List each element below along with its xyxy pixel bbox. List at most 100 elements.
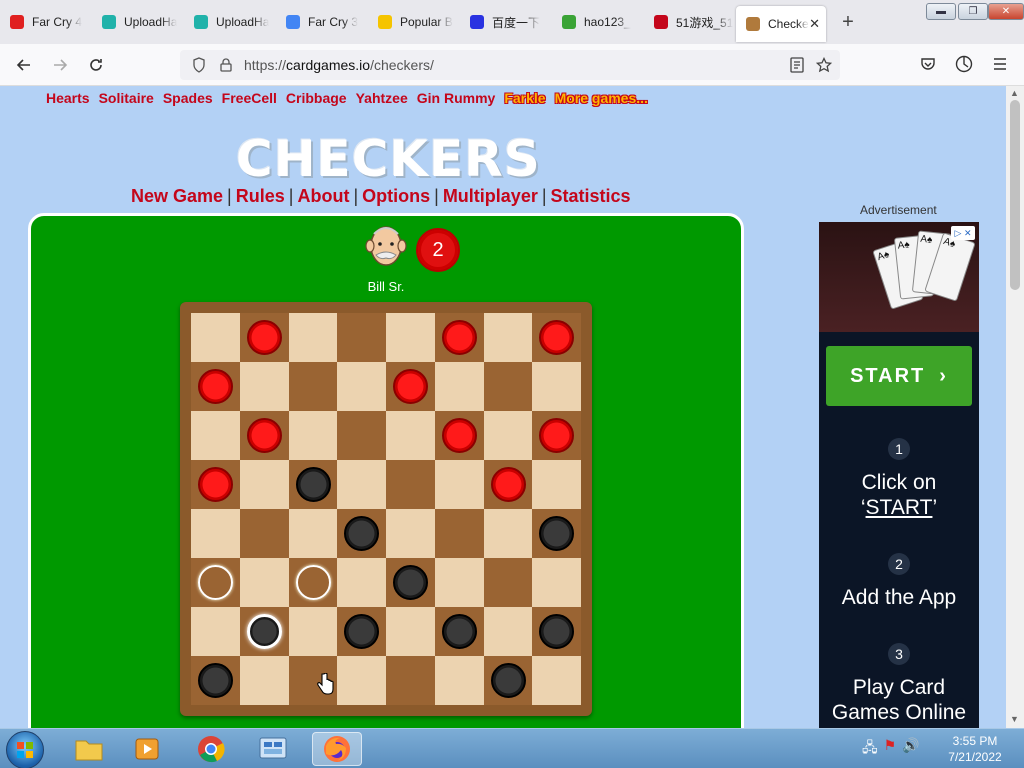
- page-scrollbar[interactable]: ▲ ▼: [1006, 86, 1024, 728]
- ad-step-start-link[interactable]: START: [866, 496, 933, 519]
- board-square[interactable]: [288, 460, 338, 509]
- network-icon[interactable]: 🖧: [862, 737, 878, 761]
- browser-tab[interactable]: Far Cry 4: [0, 0, 92, 44]
- board-square[interactable]: [386, 362, 435, 411]
- statistics-link[interactable]: Statistics: [551, 186, 631, 206]
- pocket-icon[interactable]: [920, 56, 936, 72]
- game-link[interactable]: Yahtzee: [356, 90, 408, 106]
- game-link[interactable]: Solitaire: [99, 90, 154, 106]
- browser-tab[interactable]: UploadHa: [184, 0, 276, 44]
- selected-black-piece[interactable]: [246, 614, 282, 649]
- game-link[interactable]: Hearts: [46, 90, 90, 106]
- back-button[interactable]: [10, 51, 38, 79]
- red-piece[interactable]: [198, 467, 233, 502]
- restore-button[interactable]: ❐: [958, 3, 988, 20]
- checkers-board[interactable]: [191, 313, 581, 705]
- browser-tab[interactable]: UploadHa: [92, 0, 184, 44]
- board-square[interactable]: [239, 509, 289, 558]
- board-square[interactable]: [288, 558, 338, 607]
- red-piece[interactable]: [246, 320, 282, 355]
- red-piece[interactable]: [539, 418, 575, 453]
- black-piece[interactable]: [344, 614, 380, 649]
- new-tab-button[interactable]: +: [834, 8, 862, 36]
- black-piece[interactable]: [539, 614, 575, 649]
- black-piece[interactable]: [441, 614, 477, 649]
- account-icon[interactable]: [955, 55, 973, 73]
- board-square[interactable]: [532, 313, 581, 362]
- board-square[interactable]: [483, 558, 533, 607]
- adchoices-icon[interactable]: ▷ ✕: [951, 226, 975, 240]
- volume-icon[interactable]: 🔊: [902, 737, 919, 761]
- bookmark-star-icon[interactable]: [816, 57, 832, 73]
- board-square[interactable]: [483, 362, 533, 411]
- board-square[interactable]: [337, 411, 386, 460]
- game-link-highlight[interactable]: Farkle: [504, 90, 545, 106]
- board-square[interactable]: [337, 313, 386, 362]
- game-link[interactable]: Cribbage: [286, 90, 347, 106]
- board-square[interactable]: [337, 509, 386, 558]
- board-square[interactable]: [434, 509, 484, 558]
- black-piece[interactable]: [490, 663, 526, 698]
- move-target-marker[interactable]: [295, 565, 331, 600]
- board-square[interactable]: [239, 607, 289, 656]
- browser-tab[interactable]: Checke ✕: [736, 6, 826, 42]
- minimize-button[interactable]: ▬: [926, 3, 956, 20]
- red-piece[interactable]: [246, 418, 282, 453]
- black-piece[interactable]: [295, 467, 331, 502]
- board-square[interactable]: [532, 607, 581, 656]
- rules-link[interactable]: Rules: [236, 186, 285, 206]
- scroll-down-arrow-icon[interactable]: ▼: [1010, 714, 1019, 724]
- red-piece[interactable]: [441, 418, 477, 453]
- board-square[interactable]: [239, 313, 289, 362]
- tab-close-icon[interactable]: ✕: [809, 16, 820, 32]
- board-square[interactable]: [386, 558, 435, 607]
- black-piece[interactable]: [198, 663, 233, 698]
- board-square[interactable]: [191, 460, 240, 509]
- game-link[interactable]: Gin Rummy: [417, 90, 496, 106]
- window-close-button[interactable]: ✕: [988, 3, 1024, 20]
- scroll-up-arrow-icon[interactable]: ▲: [1010, 88, 1019, 98]
- reload-button[interactable]: [82, 51, 110, 79]
- board-square[interactable]: [191, 362, 240, 411]
- multiplayer-link[interactable]: Multiplayer: [443, 186, 538, 206]
- taskbar-chrome[interactable]: [186, 732, 236, 766]
- board-square[interactable]: [434, 607, 484, 656]
- board-square[interactable]: [532, 509, 581, 558]
- taskbar-firefox[interactable]: [312, 732, 362, 766]
- taskbar-media-player[interactable]: [122, 732, 172, 766]
- red-piece[interactable]: [441, 320, 477, 355]
- board-square[interactable]: [434, 313, 484, 362]
- move-target-marker[interactable]: [198, 565, 233, 600]
- board-square[interactable]: [288, 362, 338, 411]
- ad-start-button[interactable]: START ›: [826, 346, 972, 406]
- board-square[interactable]: [483, 656, 533, 705]
- board-square[interactable]: [532, 411, 581, 460]
- board-square[interactable]: [191, 558, 240, 607]
- black-piece[interactable]: [344, 516, 380, 551]
- taskbar-control-panel[interactable]: [248, 732, 298, 766]
- board-square[interactable]: [191, 656, 240, 705]
- red-piece[interactable]: [490, 467, 526, 502]
- url-bar[interactable]: https://cardgames.io/checkers/: [180, 50, 840, 80]
- red-piece[interactable]: [198, 369, 233, 404]
- browser-tab[interactable]: 51游戏_51: [644, 0, 736, 44]
- scrollbar-thumb[interactable]: [1010, 100, 1020, 290]
- more-games-link[interactable]: More games...: [555, 90, 648, 106]
- board-square[interactable]: [386, 460, 435, 509]
- board-square[interactable]: [386, 656, 435, 705]
- options-link[interactable]: Options: [362, 186, 430, 206]
- taskbar-explorer[interactable]: [64, 732, 114, 766]
- taskbar-clock[interactable]: 3:55 PM 7/21/2022: [940, 733, 1010, 765]
- about-link[interactable]: About: [297, 186, 349, 206]
- black-piece[interactable]: [393, 565, 428, 600]
- browser-tab[interactable]: Popular B: [368, 0, 460, 44]
- board-square[interactable]: [434, 411, 484, 460]
- red-piece[interactable]: [539, 320, 575, 355]
- forward-button[interactable]: [46, 51, 74, 79]
- board-square[interactable]: [483, 460, 533, 509]
- hamburger-menu-icon[interactable]: [993, 57, 1007, 71]
- game-link[interactable]: FreeCell: [222, 90, 277, 106]
- game-link[interactable]: Spades: [163, 90, 213, 106]
- browser-tab[interactable]: 百度一下: [460, 0, 552, 44]
- new-game-link[interactable]: New Game: [131, 186, 223, 206]
